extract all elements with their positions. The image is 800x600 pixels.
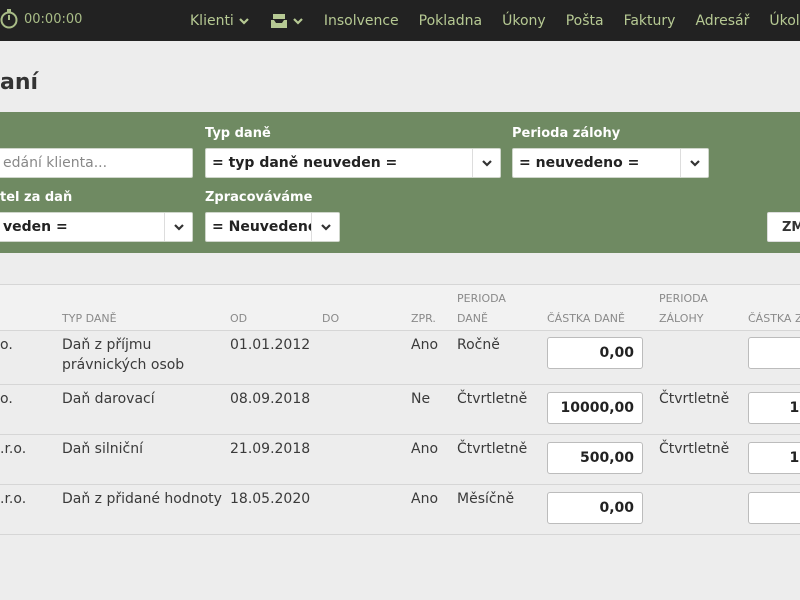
- cell-client: .r.o.: [0, 491, 27, 507]
- header-od[interactable]: OD: [230, 309, 247, 329]
- cell-perioda-zalohy: Čtvrtletně: [659, 391, 730, 407]
- header-perioda-dane-line1[interactable]: PERIODA: [457, 289, 506, 309]
- table-row[interactable]: o. Daň darovací 08.09.2018 Ne Čtvrtletně…: [0, 385, 800, 435]
- chevron-down-icon: [173, 224, 184, 231]
- cell-zpr: Ano: [411, 491, 439, 507]
- castka-dane-input[interactable]: 0,00: [547, 337, 643, 369]
- page-title: aní: [0, 70, 39, 95]
- castka-zalohy-input[interactable]: 10: [748, 392, 800, 424]
- castka-dane-input[interactable]: 0,00: [547, 492, 643, 524]
- top-navigation-bar: 00:00:00 Klienti Insolvence Pokladna Úko…: [0, 0, 800, 41]
- header-typ-dane[interactable]: TYP DANĚ: [62, 309, 117, 329]
- zpracovavame-label: Zpracováváme: [205, 190, 313, 205]
- zpracovavame-value: = Neuvedeno: [212, 219, 318, 235]
- cell-od: 08.09.2018: [230, 391, 311, 407]
- cell-typ-dane: Daň darovací: [62, 391, 155, 407]
- cell-client: o.: [0, 337, 13, 353]
- cell-typ-dane: Daň silniční: [62, 441, 143, 457]
- zpracovavame-select[interactable]: = Neuvedeno: [205, 212, 340, 242]
- cell-perioda-dane: Měsíčně: [457, 491, 515, 507]
- castka-zalohy-input[interactable]: [748, 337, 800, 369]
- castka-zalohy-input[interactable]: 19: [748, 442, 800, 474]
- header-castka-dane[interactable]: ČÁSTKA DANĚ: [547, 309, 625, 329]
- timer[interactable]: 00:00:00: [0, 9, 82, 29]
- nav-adresar[interactable]: Adresář: [695, 13, 749, 29]
- nav-posta[interactable]: Pošta: [566, 13, 604, 29]
- perioda-zalohy-select[interactable]: = neuvedeno =: [512, 148, 709, 178]
- timer-value: 00:00:00: [24, 11, 83, 27]
- table-header: TYP DANĚ OD DO ZPR. PERIODA DANĚ ČÁSTKA …: [0, 284, 800, 331]
- header-zpr[interactable]: ZPR.: [411, 309, 436, 329]
- nav-klienti-label: Klienti: [190, 12, 234, 29]
- header-perioda-zalohy-line1[interactable]: PERIODA: [659, 289, 708, 309]
- cell-perioda-dane: Ročně: [457, 337, 500, 353]
- cell-od: 18.05.2020: [230, 491, 311, 507]
- inbox-tray-icon: [270, 13, 287, 28]
- platitel-dane-select[interactable]: veden =: [0, 212, 193, 242]
- chevron-down-icon: [320, 224, 331, 231]
- change-button[interactable]: ZM: [767, 212, 800, 242]
- typ-dane-value: = typ daně neuveden =: [212, 155, 398, 171]
- chevron-down-icon: [239, 17, 249, 25]
- perioda-zalohy-value: = neuvedeno =: [519, 155, 640, 171]
- castka-dane-input[interactable]: 500,00: [547, 442, 643, 474]
- cell-od: 01.01.2012: [230, 337, 311, 353]
- cell-client: .r.o.: [0, 441, 27, 457]
- cell-client: o.: [0, 391, 13, 407]
- chevron-down-icon: [481, 160, 492, 167]
- castka-dane-input[interactable]: 10000,00: [547, 392, 643, 424]
- table-row[interactable]: o. Daň z příjmu právnických osob 01.01.2…: [0, 331, 800, 385]
- nav-inbox-menu[interactable]: [270, 13, 304, 28]
- cell-od: 21.09.2018: [230, 441, 311, 457]
- platitel-dane-value: veden =: [3, 219, 68, 235]
- castka-zalohy-input[interactable]: [748, 492, 800, 524]
- nav-insolvence[interactable]: Insolvence: [324, 13, 399, 29]
- nav-ukoly[interactable]: Úkoly: [769, 13, 800, 29]
- cell-perioda-zalohy: Čtvrtletně: [659, 441, 730, 457]
- header-castka-zalohy[interactable]: ČÁSTKA Z: [748, 309, 800, 329]
- nav-pokladna[interactable]: Pokladna: [419, 13, 482, 29]
- stopwatch-icon: [0, 9, 18, 29]
- chevron-down-icon: [293, 17, 303, 25]
- main-nav: Klienti Insolvence Pokladna Úkony Pošta …: [190, 0, 800, 41]
- client-search-placeholder: edání klienta...: [3, 155, 108, 171]
- typ-dane-select[interactable]: = typ daně neuveden =: [205, 148, 501, 178]
- cell-perioda-dane: Čtvrtletně: [457, 441, 528, 457]
- platitel-dane-label: tel za daň: [0, 190, 73, 205]
- nav-ukony[interactable]: Úkony: [502, 13, 546, 29]
- client-search-input[interactable]: edání klienta...: [0, 148, 193, 178]
- chevron-down-icon: [689, 160, 700, 167]
- header-perioda-dane-line2[interactable]: DANĚ: [457, 309, 488, 329]
- header-perioda-zalohy-line2[interactable]: ZÁLOHY: [659, 309, 703, 329]
- cell-typ-dane-line2: právnických osob: [62, 357, 185, 373]
- cell-typ-dane: Daň z příjmu: [62, 337, 152, 353]
- cell-typ-dane: Daň z přidané hodnoty: [62, 491, 222, 507]
- cell-zpr: Ne: [411, 391, 431, 407]
- nav-faktury[interactable]: Faktury: [624, 13, 676, 29]
- typ-dane-label: Typ daně: [205, 126, 271, 141]
- nav-klienti[interactable]: Klienti: [190, 13, 250, 29]
- perioda-zalohy-label: Perioda zálohy: [512, 126, 621, 141]
- table-row[interactable]: .r.o. Daň silniční 21.09.2018 Ano Čtvrtl…: [0, 435, 800, 485]
- cell-zpr: Ano: [411, 337, 439, 353]
- cell-zpr: Ano: [411, 441, 439, 457]
- table-row[interactable]: .r.o. Daň z přidané hodnoty 18.05.2020 A…: [0, 485, 800, 535]
- cell-perioda-dane: Čtvrtletně: [457, 391, 528, 407]
- header-do[interactable]: DO: [322, 309, 339, 329]
